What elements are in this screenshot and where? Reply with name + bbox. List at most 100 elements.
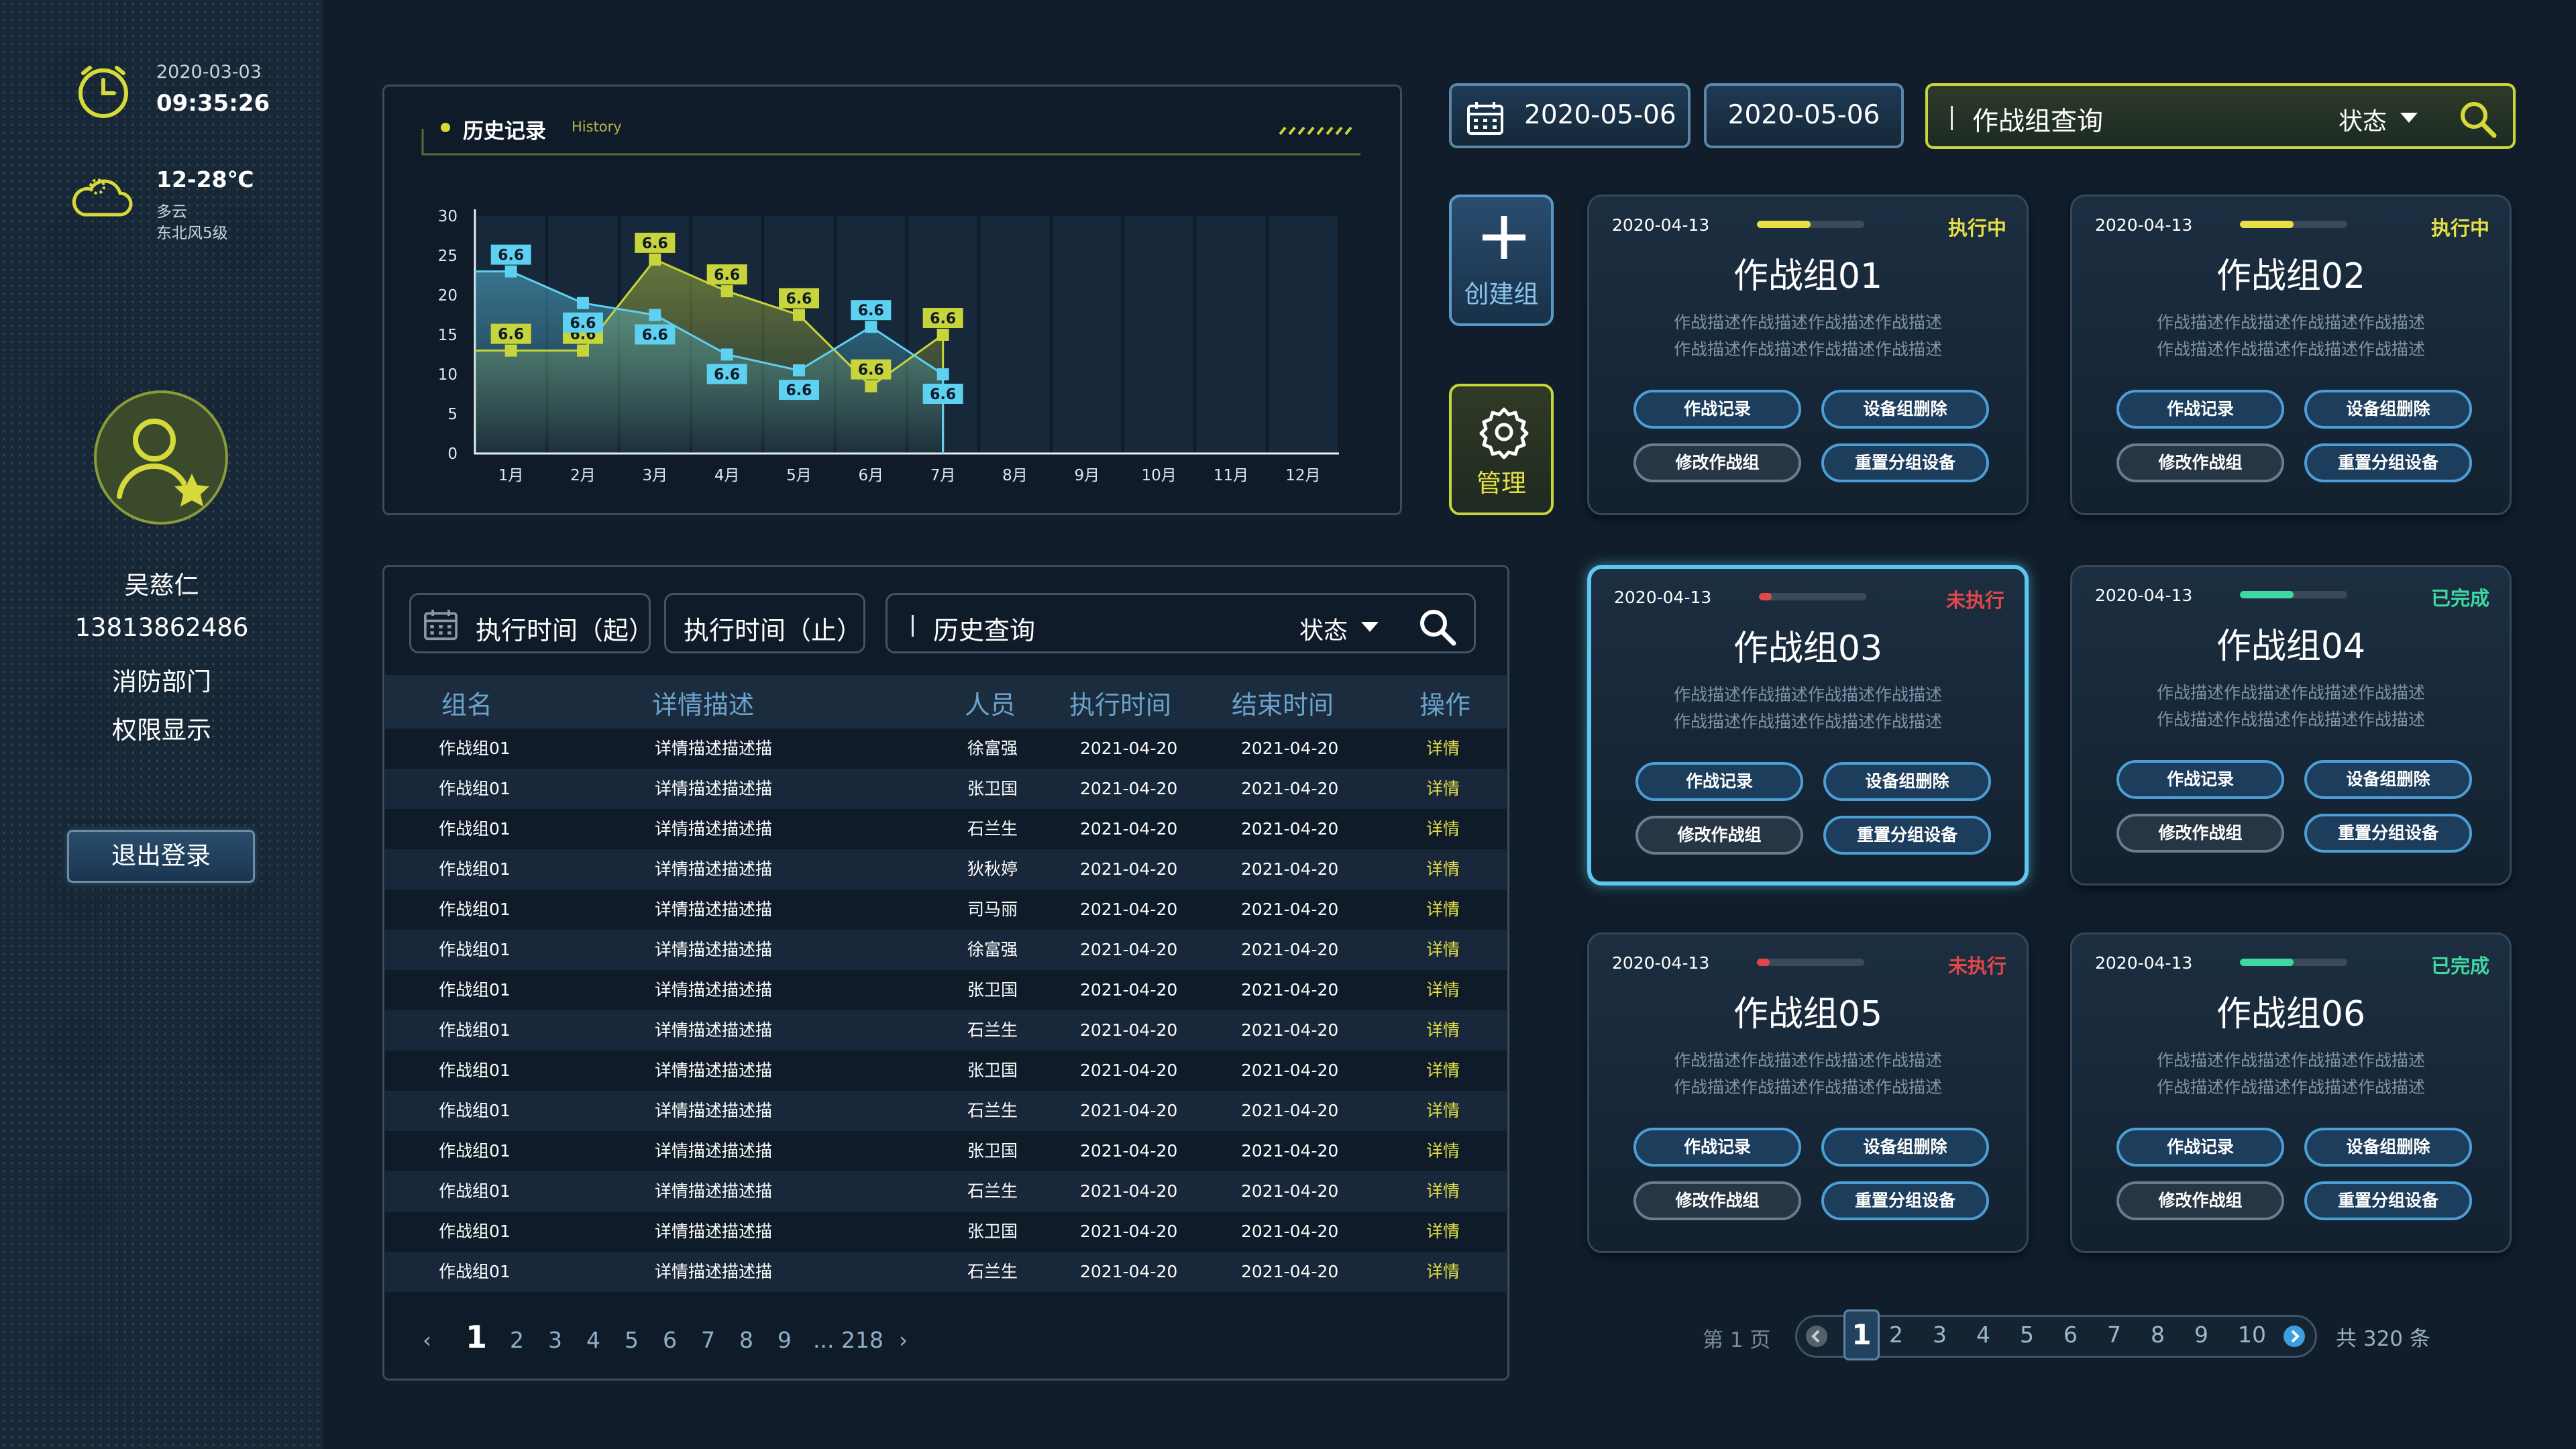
table-page-number[interactable]: 7 — [701, 1327, 715, 1353]
weather-description: 多云 — [156, 203, 187, 221]
table-current-page[interactable]: 1 — [466, 1319, 487, 1355]
table-page-number[interactable]: 8 — [739, 1327, 753, 1353]
card-page-number[interactable]: 4 — [1976, 1322, 1990, 1348]
card-page-number[interactable]: 5 — [2020, 1322, 2034, 1348]
reset-group-devices-button[interactable]: 重置分组设备 — [2304, 443, 2472, 482]
detail-link[interactable]: 详情 — [1426, 849, 1460, 890]
group-search-bar[interactable]: 作战组查询 状态 — [1925, 83, 2516, 149]
delete-device-group-button[interactable]: 设备组删除 — [1821, 390, 1989, 429]
battle-record-button[interactable]: 作战记录 — [1633, 1128, 1801, 1167]
chevron-down-icon[interactable] — [2400, 113, 2418, 123]
reset-group-devices-button[interactable]: 重置分组设备 — [1821, 1181, 1989, 1220]
detail-link[interactable]: 详情 — [1426, 769, 1460, 809]
card-page-number[interactable]: 6 — [2063, 1322, 2078, 1348]
battle-record-button[interactable]: 作战记录 — [2116, 760, 2284, 799]
group-search-input[interactable]: 作战组查询 — [1972, 101, 2103, 138]
card-status: 未执行 — [1947, 955, 2006, 977]
reset-group-devices-button[interactable]: 重置分组设备 — [2304, 1181, 2472, 1220]
group-card[interactable]: 2020-04-13 执行中 作战组01 作战描述作战描述作战描述作战描述 作战… — [1587, 195, 2029, 515]
history-search-bar[interactable]: 历史查询 状态 — [885, 593, 1476, 653]
card-page-number[interactable]: 10 — [2238, 1322, 2266, 1348]
card-page-number[interactable]: 9 — [2194, 1322, 2208, 1348]
detail-link[interactable]: 详情 — [1426, 1212, 1460, 1252]
start-date-picker[interactable]: 2020-05-06 — [1449, 83, 1690, 148]
create-group-button[interactable]: 创建组 — [1449, 195, 1554, 326]
chevron-down-icon[interactable] — [1361, 622, 1379, 633]
delete-device-group-button[interactable]: 设备组删除 — [2304, 390, 2472, 429]
history-status-filter[interactable]: 状态 — [1299, 611, 1348, 646]
card-page-number[interactable]: 2 — [1889, 1322, 1903, 1348]
card-description: 作战描述作战描述作战描述作战描述 — [2156, 313, 2425, 332]
delete-device-group-button[interactable]: 设备组删除 — [1823, 762, 1991, 801]
table-last-page[interactable]: ... 218 — [813, 1327, 883, 1353]
detail-link[interactable]: 详情 — [1426, 890, 1460, 930]
edit-group-button[interactable]: 修改作战组 — [1635, 816, 1803, 855]
edit-group-button[interactable]: 修改作战组 — [1633, 1181, 1801, 1220]
data-point — [504, 265, 517, 278]
detail-link[interactable]: 详情 — [1426, 970, 1460, 1010]
table-page-number[interactable]: 3 — [548, 1327, 562, 1353]
permission-display[interactable]: 权限显示 — [0, 710, 323, 746]
delete-device-group-button[interactable]: 设备组删除 — [1821, 1128, 1989, 1167]
table-page-number[interactable]: 2 — [510, 1327, 524, 1353]
edit-group-button[interactable]: 修改作战组 — [1633, 443, 1801, 482]
table-page-number[interactable]: 6 — [663, 1327, 677, 1353]
search-icon[interactable] — [1417, 607, 1456, 646]
detail-link[interactable]: 详情 — [1426, 1051, 1460, 1091]
table-cell: 作战组01 — [439, 1262, 511, 1281]
detail-link[interactable]: 详情 — [1426, 1131, 1460, 1171]
table-row: 作战组01 详情描述描述描 狄秋婷 2021-04-20 2021-04-20 详情 — [385, 849, 1507, 890]
detail-link[interactable]: 详情 — [1426, 809, 1460, 849]
reset-group-devices-button[interactable]: 重置分组设备 — [1821, 443, 1989, 482]
table-cell: 张卫国 — [967, 779, 1018, 798]
group-card[interactable]: 2020-04-13 已完成 作战组06 作战描述作战描述作战描述作战描述 作战… — [2070, 932, 2512, 1253]
table-prev-page[interactable]: ‹ — [423, 1327, 431, 1353]
reset-group-devices-button[interactable]: 重置分组设备 — [1823, 816, 1991, 855]
detail-link[interactable]: 详情 — [1426, 1252, 1460, 1292]
detail-link[interactable]: 详情 — [1426, 1171, 1460, 1212]
table-header-row — [385, 675, 1507, 729]
edit-group-button[interactable]: 修改作战组 — [2116, 814, 2284, 853]
y-tick-label: 25 — [438, 248, 458, 265]
chart-column-bg — [1196, 216, 1266, 453]
table-page-number[interactable]: 9 — [777, 1327, 792, 1353]
table-page-number[interactable]: 5 — [625, 1327, 639, 1353]
manage-button[interactable]: 管理 — [1449, 384, 1554, 515]
battle-record-button[interactable]: 作战记录 — [1633, 390, 1801, 429]
data-label: 6.6 — [930, 311, 956, 327]
history-search-input[interactable]: 历史查询 — [933, 610, 1035, 647]
reset-group-devices-button[interactable]: 重置分组设备 — [2304, 814, 2472, 853]
pager-prev-icon[interactable] — [1805, 1324, 1829, 1348]
battle-record-button[interactable]: 作战记录 — [2116, 390, 2284, 429]
status-filter-label[interactable]: 状态 — [2339, 102, 2387, 137]
group-card[interactable]: 2020-04-13 已完成 作战组04 作战描述作战描述作战描述作战描述 作战… — [2070, 565, 2512, 885]
end-date-picker[interactable]: 2020-05-06 — [1704, 83, 1904, 148]
group-card[interactable]: 2020-04-13 未执行 作战组03 作战描述作战描述作战描述作战描述 作战… — [1587, 565, 2029, 885]
table-cell: 作战组01 — [439, 739, 511, 758]
group-card[interactable]: 2020-04-13 执行中 作战组02 作战描述作战描述作战描述作战描述 作战… — [2070, 195, 2512, 515]
group-card[interactable]: 2020-04-13 未执行 作战组05 作战描述作战描述作战描述作战描述 作战… — [1587, 932, 2029, 1253]
delete-device-group-button[interactable]: 设备组删除 — [2304, 760, 2472, 799]
card-page-number[interactable]: 8 — [2151, 1322, 2165, 1348]
battle-record-button[interactable]: 作战记录 — [1635, 762, 1803, 801]
edit-group-button[interactable]: 修改作战组 — [2116, 443, 2284, 482]
table-next-page[interactable]: › — [899, 1327, 908, 1353]
card-page-number[interactable]: 7 — [2107, 1322, 2121, 1348]
card-current-page[interactable]: 1 — [1843, 1309, 1880, 1360]
battle-record-button[interactable]: 作战记录 — [2116, 1128, 2284, 1167]
end-time-filter[interactable]: 执行时间（止） — [664, 593, 865, 653]
pager-next-icon[interactable] — [2282, 1324, 2306, 1348]
card-description: 作战描述作战描述作战描述作战描述 — [1673, 712, 1942, 731]
card-page-number[interactable]: 3 — [1933, 1322, 1947, 1348]
detail-link[interactable]: 详情 — [1426, 1010, 1460, 1051]
detail-link[interactable]: 详情 — [1426, 930, 1460, 970]
detail-link[interactable]: 详情 — [1426, 729, 1460, 769]
edit-group-button[interactable]: 修改作战组 — [2116, 1181, 2284, 1220]
detail-link[interactable]: 详情 — [1426, 1091, 1460, 1131]
search-icon[interactable] — [2458, 99, 2497, 138]
delete-device-group-button[interactable]: 设备组删除 — [2304, 1128, 2472, 1167]
table-cell: 石兰生 — [967, 1181, 1018, 1201]
table-page-number[interactable]: 4 — [586, 1327, 600, 1353]
start-time-filter[interactable]: 执行时间（起） — [409, 593, 654, 653]
logout-button[interactable]: 退出登录 — [67, 830, 255, 883]
